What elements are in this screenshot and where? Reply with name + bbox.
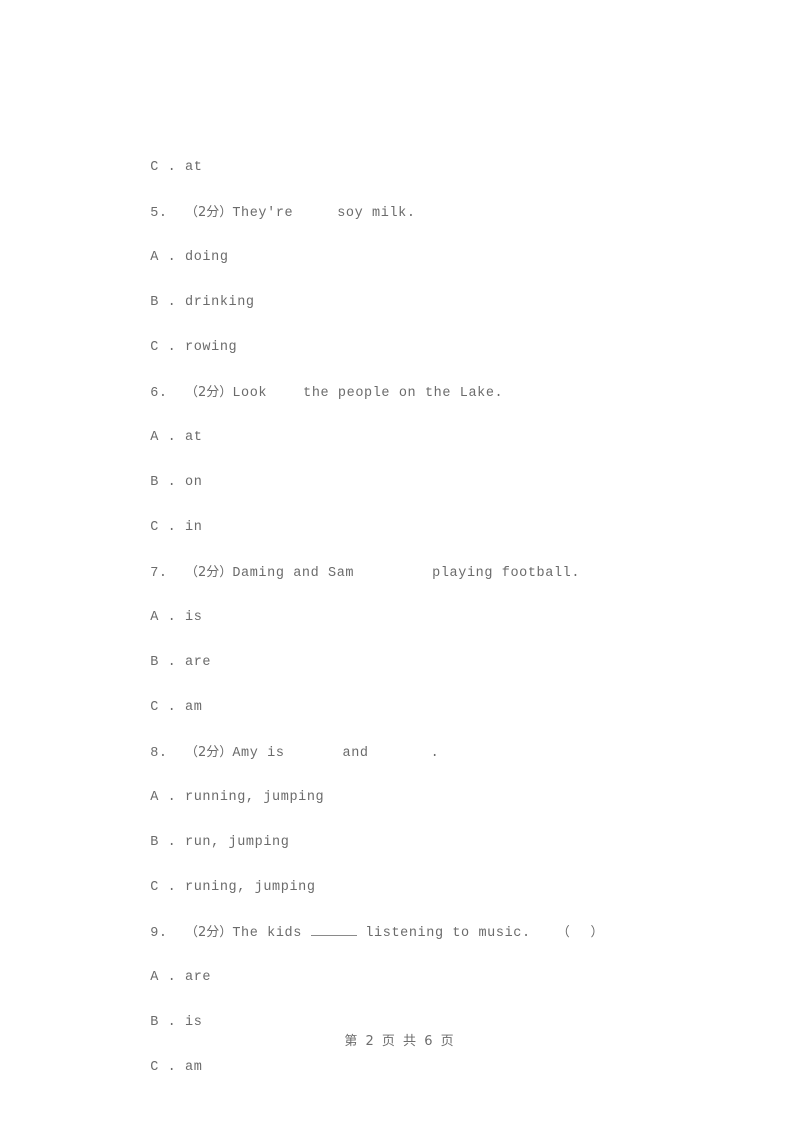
option-label: C . rowing xyxy=(150,340,238,355)
question-stem-before: Amy is xyxy=(232,746,285,761)
option-label: C . in xyxy=(150,520,203,535)
question-stem-mid: and xyxy=(342,746,369,761)
question-stem-before: Look xyxy=(232,386,268,401)
option-row[interactable]: C . at xyxy=(98,100,718,175)
question-marks: （2分） xyxy=(185,745,233,760)
option-label: B . drinking xyxy=(150,295,255,310)
question-number: 9. xyxy=(150,926,168,941)
question-stem-before: The kids xyxy=(232,926,302,941)
question-stem-after: soy milk. xyxy=(337,206,416,221)
option-label: A . are xyxy=(150,970,212,985)
question-stem-after: playing football. xyxy=(432,566,581,581)
option-label: A . running, jumping xyxy=(150,790,325,805)
question-number: 5. xyxy=(150,206,168,221)
question-marks: （2分） xyxy=(185,385,233,400)
question-marks: （2分） xyxy=(185,925,233,940)
question-stem-before: Daming and Sam xyxy=(232,566,355,581)
option-label: A . is xyxy=(150,610,203,625)
question-number: 8. xyxy=(150,746,168,761)
option-label: A . doing xyxy=(150,250,229,265)
question-stem-after: listening to music. xyxy=(365,926,531,941)
exam-page: C . at 5. （2分）They're soy milk. A . doing… xyxy=(0,0,800,1132)
answer-bracket[interactable]: （ ） xyxy=(557,925,604,940)
answer-blank-underline[interactable] xyxy=(310,922,357,936)
question-list: C . at 5. （2分）They're soy milk. A . doing… xyxy=(98,100,718,1075)
question-stem-after: the people on the Lake. xyxy=(303,386,504,401)
question-number: 6. xyxy=(150,386,168,401)
question-marks: （2分） xyxy=(185,205,233,220)
option-label: B . run, jumping xyxy=(150,835,290,850)
page-footer: 第 2 页 共 6 页 xyxy=(344,1034,456,1049)
option-label: C . at xyxy=(150,160,203,175)
option-label: B . is xyxy=(150,1015,203,1030)
option-label: C . am xyxy=(150,1060,203,1075)
option-label: C . am xyxy=(150,700,203,715)
question-stem-before: They're xyxy=(232,206,294,221)
option-label: C . runing, jumping xyxy=(150,880,316,895)
question-stem-after: . xyxy=(430,746,440,761)
option-label: B . are xyxy=(150,655,212,670)
question-marks: （2分） xyxy=(185,565,233,580)
option-label: B . on xyxy=(150,475,203,490)
question-number: 7. xyxy=(150,566,168,581)
option-label: A . at xyxy=(150,430,203,445)
